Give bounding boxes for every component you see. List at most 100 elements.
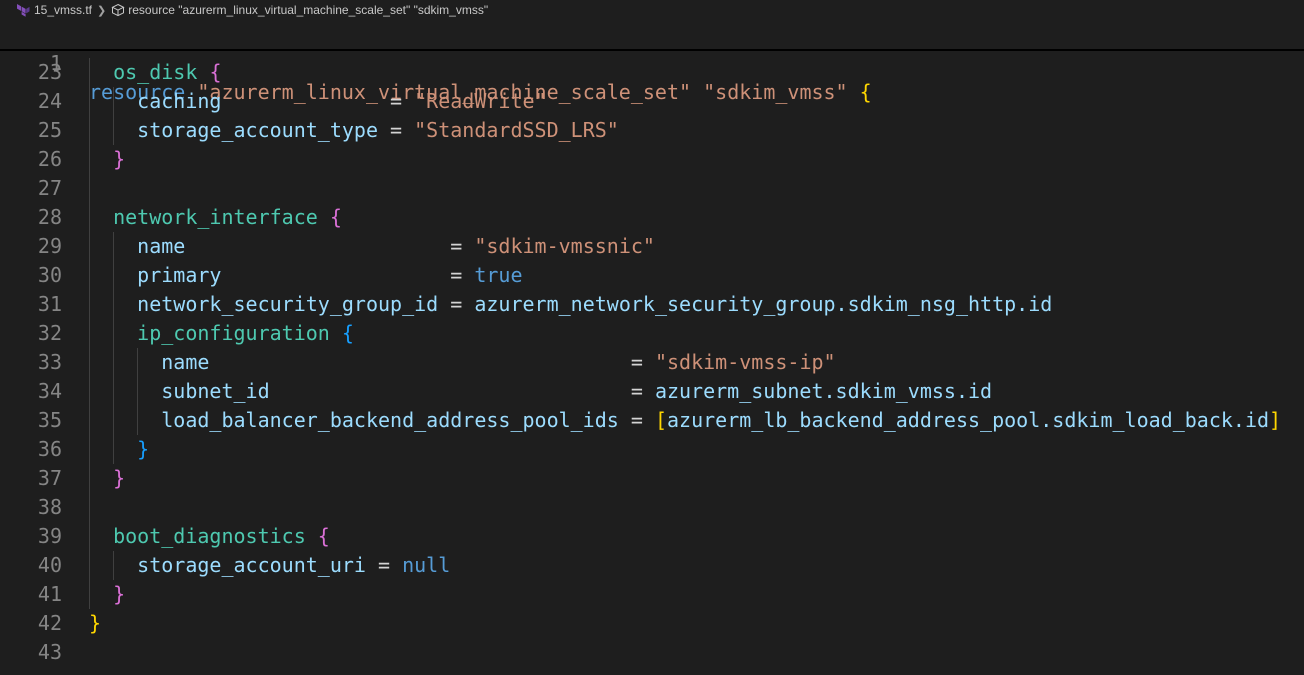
code-token: { xyxy=(329,205,342,229)
code-token: "StandardSSD_LRS" xyxy=(414,118,619,142)
code-line[interactable]: 34 subnet_id = azurerm_subnet.sdkim_vmss… xyxy=(0,377,1304,406)
line-content[interactable]: network_interface { xyxy=(89,203,342,232)
line-content[interactable]: storage_account_type = "StandardSSD_LRS" xyxy=(89,116,619,145)
code-line[interactable]: 38 xyxy=(0,493,1304,522)
sticky-scroll-header[interactable]: 1 resource "azurerm_linux_virtual_machin… xyxy=(0,20,1304,104)
code-token: } xyxy=(113,147,126,171)
line-number: 42 xyxy=(37,611,62,635)
cube-icon xyxy=(111,3,125,17)
code-token: { xyxy=(209,60,222,84)
indent-guide xyxy=(89,493,90,522)
code-token: azurerm_network_security_group.sdkim_nsg… xyxy=(474,292,1053,316)
code-line[interactable]: 41 } xyxy=(0,580,1304,609)
line-number: 32 xyxy=(37,321,62,345)
line-number: 39 xyxy=(37,524,62,548)
line-number: 27 xyxy=(37,176,62,200)
code-token: network_security_group_id xyxy=(137,292,439,316)
line-number: 40 xyxy=(37,553,62,577)
code-line[interactable]: 28 network_interface { xyxy=(0,203,1304,232)
code-line[interactable]: 43 xyxy=(0,638,1304,667)
line-content[interactable]: primary = true xyxy=(89,261,522,290)
line-content[interactable]: os_disk { xyxy=(89,58,221,87)
code-token: = xyxy=(269,379,655,403)
line-content[interactable]: name = "sdkim-vmssnic" xyxy=(89,232,655,261)
line-number: 37 xyxy=(37,466,62,490)
code-line[interactable]: 33 name = "sdkim-vmss-ip" xyxy=(0,348,1304,377)
code-line[interactable]: 42} xyxy=(0,609,1304,638)
line-content[interactable]: } xyxy=(89,435,149,464)
line-content[interactable]: boot_diagnostics { xyxy=(89,522,330,551)
code-token: } xyxy=(89,611,102,635)
indent-guide xyxy=(89,174,90,203)
terraform-file-icon xyxy=(17,4,30,17)
line-number: 38 xyxy=(37,495,62,519)
code-line[interactable]: 26 } xyxy=(0,145,1304,174)
line-content[interactable]: } xyxy=(89,145,125,174)
line-content[interactable]: } xyxy=(89,580,125,609)
line-content[interactable]: caching = "ReadWrite" xyxy=(89,87,546,116)
code-token: = xyxy=(365,553,403,577)
code-token: load_balancer_backend_address_pool_ids xyxy=(161,408,619,432)
code-line[interactable]: 40 storage_account_uri = null xyxy=(0,551,1304,580)
code-token: storage_account_type xyxy=(137,118,378,142)
code-line[interactable]: 24 caching = "ReadWrite" xyxy=(0,87,1304,116)
code-line[interactable]: 27 xyxy=(0,174,1304,203)
line-content[interactable]: subnet_id = azurerm_subnet.sdkim_vmss.id xyxy=(89,377,992,406)
code-token: caching xyxy=(137,89,222,113)
breadcrumb-file[interactable]: 15_vmss.tf xyxy=(34,3,92,17)
line-number: 28 xyxy=(37,205,62,229)
code-line[interactable]: 35 load_balancer_backend_address_pool_id… xyxy=(0,406,1304,435)
code-token: { xyxy=(341,321,354,345)
line-content[interactable]: network_security_group_id = azurerm_netw… xyxy=(89,290,1052,319)
code-token: azurerm_subnet.sdkim_vmss.id xyxy=(654,379,993,403)
line-content[interactable]: ip_configuration { xyxy=(89,319,354,348)
line-number: 24 xyxy=(37,89,62,113)
code-line[interactable]: 32 ip_configuration { xyxy=(0,319,1304,348)
code-token: = xyxy=(185,234,475,258)
code-token: = xyxy=(438,292,475,316)
code-token: = xyxy=(221,89,415,113)
code-token: ] xyxy=(1269,408,1282,432)
line-number: 35 xyxy=(37,408,62,432)
line-number: 23 xyxy=(37,60,62,84)
code-token: } xyxy=(113,582,126,606)
line-content[interactable]: load_balancer_backend_address_pool_ids =… xyxy=(89,406,1281,435)
line-content[interactable]: storage_account_uri = null xyxy=(89,551,450,580)
code-line[interactable]: 37 } xyxy=(0,464,1304,493)
code-line[interactable]: 23 os_disk { xyxy=(0,58,1304,87)
breadcrumb-symbol[interactable]: resource "azurerm_linux_virtual_machine_… xyxy=(128,3,488,17)
code-line[interactable]: 31 network_security_group_id = azurerm_n… xyxy=(0,290,1304,319)
code-line[interactable]: 30 primary = true xyxy=(0,261,1304,290)
code-line[interactable]: 25 storage_account_type = "StandardSSD_L… xyxy=(0,116,1304,145)
line-content[interactable]: } xyxy=(89,609,101,638)
code-token: } xyxy=(137,437,150,461)
line-number: 34 xyxy=(37,379,62,403)
sticky-line[interactable]: 1 resource "azurerm_linux_virtual_machin… xyxy=(0,20,1304,104)
code-token: = xyxy=(378,118,415,142)
code-token: azurerm_lb_backend_address_pool.sdkim_lo… xyxy=(666,408,1270,432)
code-editor[interactable]: 23 os_disk {24 caching = "ReadWrite" 25 s… xyxy=(0,58,1304,667)
line-number: 43 xyxy=(37,640,62,664)
code-line[interactable]: 29 name = "sdkim-vmssnic" xyxy=(0,232,1304,261)
line-content[interactable]: name = "sdkim-vmss-ip" xyxy=(89,348,835,377)
line-content[interactable]: } xyxy=(89,464,125,493)
line-number: 41 xyxy=(37,582,62,606)
code-token: } xyxy=(113,466,126,490)
code-line[interactable]: 36 } xyxy=(0,435,1304,464)
code-line[interactable]: 39 boot_diagnostics { xyxy=(0,522,1304,551)
line-number: 26 xyxy=(37,147,62,171)
breadcrumb: 15_vmss.tf ❯ resource "azurerm_linux_vir… xyxy=(0,0,1304,20)
code-token: = xyxy=(221,263,475,287)
